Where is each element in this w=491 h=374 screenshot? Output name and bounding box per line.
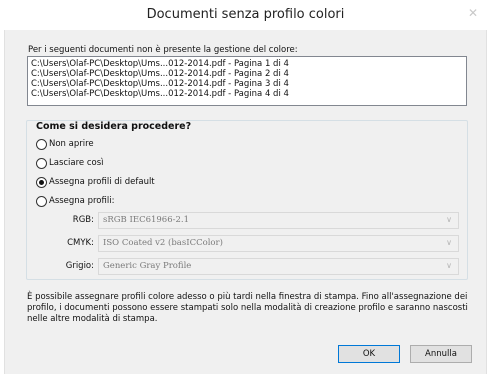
cancel-button[interactable]: Annulla [410, 345, 472, 363]
list-item[interactable]: C:\Users\Olaf-PC\Desktop\Ums...012-2014.… [31, 89, 463, 99]
radio-assegna-default[interactable]: Assegna profili di default [36, 176, 155, 188]
rgb-profile-value: sRGB IEC61966-2.1 [103, 215, 189, 225]
list-item[interactable]: C:\Users\Olaf-PC\Desktop\Ums...012-2014.… [31, 59, 463, 69]
radio-non-aprire[interactable]: Non aprire [36, 138, 94, 150]
options-group-title: Come si desidera procedere? [36, 121, 192, 132]
radio-selected-icon[interactable] [36, 176, 47, 188]
list-item[interactable]: C:\Users\Olaf-PC\Desktop\Ums...012-2014.… [31, 79, 463, 89]
close-icon[interactable]: ✕ [463, 5, 483, 21]
radio-circle-icon[interactable] [36, 157, 47, 169]
radio-label: Lasciare così [49, 158, 104, 168]
radio-label: Assegna profili di default [49, 177, 155, 187]
info-text: È possibile assegnare profili colore ade… [27, 292, 468, 324]
chevron-down-icon: ∨ [446, 215, 452, 224]
title-bar: Documenti senza profilo colori ✕ [0, 0, 491, 30]
radio-circle-icon[interactable] [36, 195, 47, 207]
gray-profile-value: Generic Gray Profile [103, 261, 192, 271]
rgb-profile-select[interactable]: sRGB IEC61966-2.1 ∨ [98, 212, 459, 229]
gray-label: Grigio: [65, 261, 94, 271]
list-item[interactable]: C:\Users\Olaf-PC\Desktop\Ums...012-2014.… [31, 69, 463, 79]
cmyk-profile-select[interactable]: ISO Coated v2 (basICColor) ∨ [98, 235, 459, 252]
radio-label: Assegna profili: [49, 196, 115, 206]
radio-label: Non aprire [49, 139, 94, 149]
radio-assegna-profili[interactable]: Assegna profili: [36, 195, 114, 207]
radio-circle-icon[interactable] [36, 138, 47, 150]
chevron-down-icon: ∨ [446, 261, 452, 270]
cmyk-label: CMYK: [67, 238, 94, 248]
window-title: Documenti senza profilo colori [146, 7, 345, 22]
document-list[interactable]: C:\Users\Olaf-PC\Desktop\Ums...012-2014.… [27, 56, 467, 106]
intro-text: Per i seguenti documenti non è presente … [28, 45, 298, 55]
radio-lasciare-cosi[interactable]: Lasciare così [36, 157, 104, 169]
ok-button[interactable]: OK [338, 345, 400, 363]
rgb-label: RGB: [72, 215, 94, 225]
gray-profile-select[interactable]: Generic Gray Profile ∨ [98, 258, 459, 275]
cmyk-profile-value: ISO Coated v2 (basICColor) [103, 238, 223, 248]
chevron-down-icon: ∨ [446, 238, 452, 247]
